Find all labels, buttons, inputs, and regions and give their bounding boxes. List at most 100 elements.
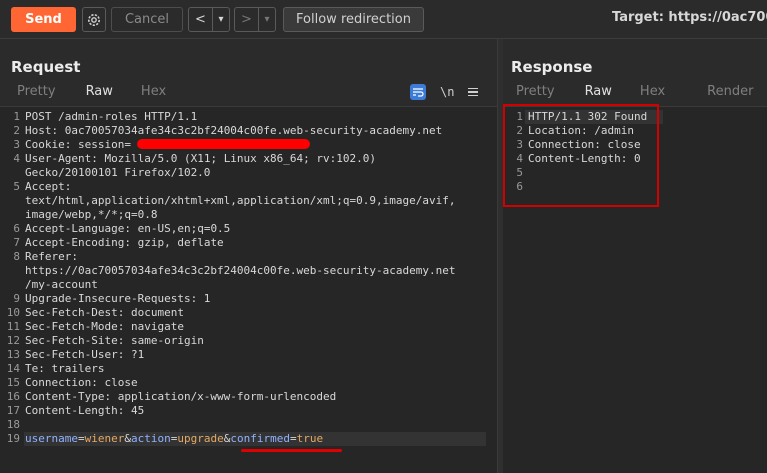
line-number: 11 [6, 320, 20, 333]
follow-redirection-button[interactable]: Follow redirection [283, 7, 424, 32]
request-line: Content-Length: 45 [25, 404, 144, 418]
confirmed-param-underline [241, 449, 342, 452]
line-number: 1 [13, 110, 20, 123]
line-number: 8 [13, 250, 20, 263]
request-line: Sec-Fetch-Site: same-origin [25, 334, 204, 348]
gear-icon [88, 13, 100, 26]
request-line: Accept-Encoding: gzip, deflate [25, 236, 224, 250]
cookie-redaction-mark [137, 139, 310, 149]
header-name: Accept-Language: [25, 222, 131, 235]
request-line: Connection: close [25, 376, 138, 390]
request-line: Sec-Fetch-User: ?1 [25, 348, 144, 362]
param-separator: & [124, 432, 131, 445]
wrap-lines-icon[interactable] [410, 84, 426, 100]
response-tab-pretty[interactable]: Pretty [516, 84, 555, 104]
header-name: Cookie: [25, 138, 72, 151]
line-number: 17 [6, 404, 20, 417]
param-key: username [25, 432, 78, 445]
response-panel-title: Response [511, 58, 593, 76]
header-value: ?1 [124, 348, 145, 361]
response-tabs: Pretty Raw Hex Render [516, 84, 753, 108]
response-tab-raw[interactable]: Raw [570, 84, 627, 108]
send-button[interactable]: Send [11, 7, 76, 32]
line-number: 15 [6, 376, 20, 389]
request-line: User-Agent: Mozilla/5.0 (X11; Linux x86_… [25, 152, 376, 166]
line-number: 18 [6, 418, 20, 431]
settings-button[interactable] [82, 7, 106, 32]
header-name: Sec-Fetch-Site: [25, 334, 125, 347]
header-value: 45 [124, 404, 145, 417]
request-line: image/webp,*/*;q=0.8 [25, 208, 158, 221]
param-key: confirmed [230, 432, 290, 445]
line-number: 3 [13, 138, 20, 151]
request-editor[interactable]: 1 POST /admin-roles HTTP/1.1 2 Host: 0ac700… [0, 106, 497, 473]
request-tab-pretty[interactable]: Pretty [17, 84, 56, 104]
request-line: Accept: [25, 180, 71, 194]
request-tabs: Pretty Raw Hex [17, 84, 166, 108]
request-line: /my-account [25, 278, 98, 291]
request-line: Referer: [25, 250, 78, 264]
request-tab-hex[interactable]: Hex [141, 84, 166, 104]
param-equals: = [289, 432, 297, 445]
request-line: Sec-Fetch-Dest: document [25, 306, 184, 320]
request-line: Upgrade-Insecure-Requests: 1 [25, 292, 210, 306]
request-body-line: username=wiener&action=upgrade&confirmed… [25, 432, 323, 446]
response-tab-hex[interactable]: Hex [640, 84, 665, 104]
line-number: 16 [6, 390, 20, 403]
header-value: session= [71, 138, 131, 151]
forward-button[interactable]: > [235, 8, 259, 31]
header-value: application/x-www-form-urlencoded [111, 390, 337, 403]
header-value: en-US,en;q=0.5 [130, 222, 231, 235]
request-line: https://0ac70057034afe34c3c2bf24004c00fe… [25, 264, 456, 277]
forward-history-dropdown[interactable]: ▾ [259, 8, 275, 31]
line-number: 7 [13, 236, 20, 249]
back-nav-group: < ▾ [188, 7, 230, 32]
response-tab-render[interactable]: Render [707, 84, 753, 104]
target-label[interactable]: Target: https://0ac70057 [612, 10, 767, 25]
header-name: Content-Length: [25, 404, 125, 417]
request-view-icons: \n [410, 84, 479, 100]
header-name: Host: [25, 124, 59, 137]
header-value: 0ac70057034afe34c3c2bf24004c00fe.web-sec… [58, 124, 443, 137]
header-name: Sec-Fetch-Dest: [25, 306, 125, 319]
header-name: Referer: [25, 250, 78, 263]
toolbar: Send Cancel < ▾ > ▾ Follow redirection T… [0, 0, 767, 38]
header-value: 1 [197, 292, 211, 305]
cancel-button[interactable]: Cancel [111, 7, 183, 32]
line-number: 2 [13, 124, 20, 137]
request-panel-title: Request [11, 58, 81, 76]
header-name: Sec-Fetch-User: [25, 348, 125, 361]
param-key: action [130, 432, 171, 445]
request-line: Sec-Fetch-Mode: navigate [25, 320, 184, 334]
header-name: Accept-Encoding: [25, 236, 131, 249]
header-name: Upgrade-Insecure-Requests: [25, 292, 198, 305]
header-name: Connection: [25, 376, 98, 389]
line-number: 6 [13, 222, 20, 235]
forward-nav-group: > ▾ [234, 7, 276, 32]
newline-toggle-icon[interactable]: \n [440, 85, 454, 99]
request-line: Host: 0ac70057034afe34c3c2bf24004c00fe.w… [25, 124, 442, 138]
header-value: Mozilla/5.0 (X11; Linux x86_64; rv:102.0… [97, 152, 377, 165]
header-name: User-Agent: [25, 152, 98, 165]
line-number: 10 [6, 306, 20, 319]
request-line: Accept-Language: en-US,en;q=0.5 [25, 222, 230, 236]
request-line: POST /admin-roles HTTP/1.1 [25, 110, 198, 123]
response-highlight-box [503, 104, 659, 207]
header-name: Accept: [25, 180, 72, 193]
param-value: upgrade [177, 432, 224, 445]
param-value: wiener [84, 432, 125, 445]
header-name: Te: [25, 362, 45, 375]
request-line: Gecko/20100101 Firefox/102.0 [25, 166, 211, 179]
line-number: 9 [13, 292, 20, 305]
header-name: Content-Type: [25, 390, 112, 403]
header-value: close [97, 376, 138, 389]
header-name: Sec-Fetch-Mode: [25, 320, 125, 333]
request-line: Cookie: session= [25, 138, 131, 152]
menu-icon[interactable] [468, 87, 479, 97]
request-code: 1 POST /admin-roles HTTP/1.1 2 Host: 0ac700… [0, 110, 497, 470]
back-button[interactable]: < [189, 8, 213, 31]
request-line: Content-Type: application/x-www-form-url… [25, 390, 336, 404]
back-history-dropdown[interactable]: ▾ [213, 8, 229, 31]
request-tab-raw[interactable]: Raw [71, 84, 128, 108]
param-value: true [296, 432, 324, 445]
